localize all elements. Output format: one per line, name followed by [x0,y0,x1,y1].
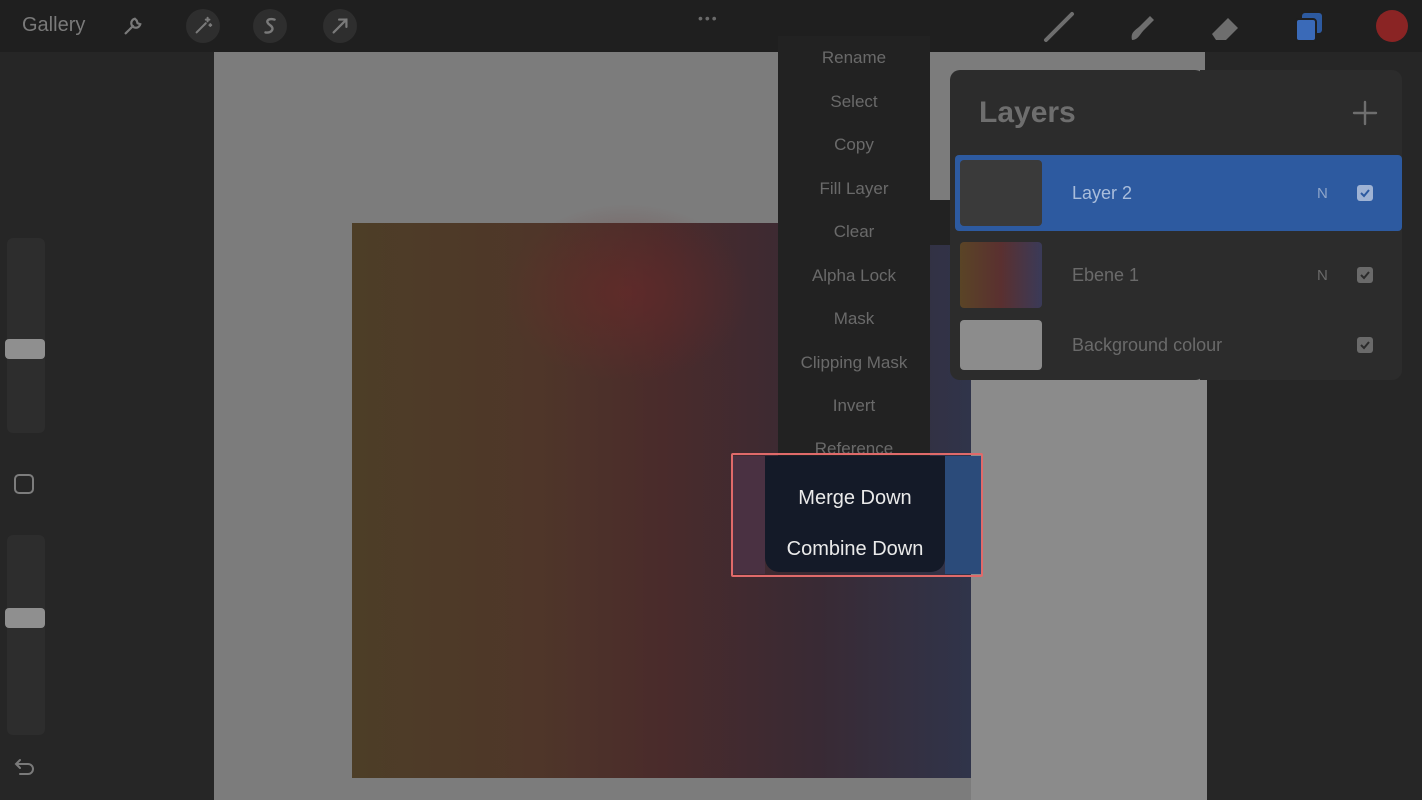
visibility-checkbox[interactable] [1357,337,1373,353]
visibility-checkbox[interactable] [1357,185,1373,201]
layer-row-layer-2[interactable]: Layer 2 N [955,155,1402,231]
menu-item-rename[interactable]: Rename [778,48,930,68]
visibility-checkbox[interactable] [1357,267,1373,283]
wrench-icon[interactable] [116,9,150,43]
menu-item-copy[interactable]: Copy [778,135,930,155]
color-swatch[interactable] [1376,10,1408,42]
opacity-thumb[interactable] [5,608,45,628]
add-layer-icon[interactable] [1352,100,1378,131]
layers-title: Layers [979,96,1076,129]
menu-item-clipping-mask[interactable]: Clipping Mask [778,353,930,373]
layers-icon[interactable] [1292,10,1328,49]
layer-name: Background colour [1072,335,1223,355]
menu-item-select[interactable]: Select [778,92,930,112]
menu-item-clear[interactable]: Clear [778,222,930,242]
eraser-icon[interactable] [1208,10,1244,49]
blend-mode-label[interactable]: N [1317,267,1328,284]
layer-row-ebene-1[interactable]: Ebene 1 N [955,237,1402,313]
brush-size-thumb[interactable] [5,339,45,359]
menu-connector [928,200,950,245]
smudge-icon[interactable] [1126,10,1160,49]
layer-name: Layer 2 [1072,183,1133,203]
selection-icon[interactable] [253,9,287,43]
modify-button[interactable] [14,474,34,494]
layer-thumbnail [960,320,1042,370]
brush-icon[interactable] [1042,10,1078,49]
highlight-box [731,453,983,577]
blend-mode-label[interactable]: N [1317,185,1328,202]
transform-icon[interactable] [323,9,357,43]
menu-item-fill-layer[interactable]: Fill Layer [778,179,930,199]
layer-row-background-colour[interactable]: Background colour [955,313,1402,379]
layer-thumbnail [960,242,1042,308]
opacity-slider[interactable] [7,535,45,735]
more-options-icon[interactable]: ••• [698,10,719,26]
canvas-right-region [971,380,1207,800]
brush-size-slider[interactable] [7,238,45,433]
gallery-button[interactable]: Gallery [22,14,85,37]
menu-item-alpha-lock[interactable]: Alpha Lock [778,266,930,286]
layer-name: Ebene 1 [1072,265,1140,285]
menu-item-invert[interactable]: Invert [778,396,930,416]
layer-thumbnail [960,160,1042,226]
undo-icon[interactable] [12,754,38,783]
menu-item-mask[interactable]: Mask [778,309,930,329]
magic-wand-icon[interactable] [186,9,220,43]
